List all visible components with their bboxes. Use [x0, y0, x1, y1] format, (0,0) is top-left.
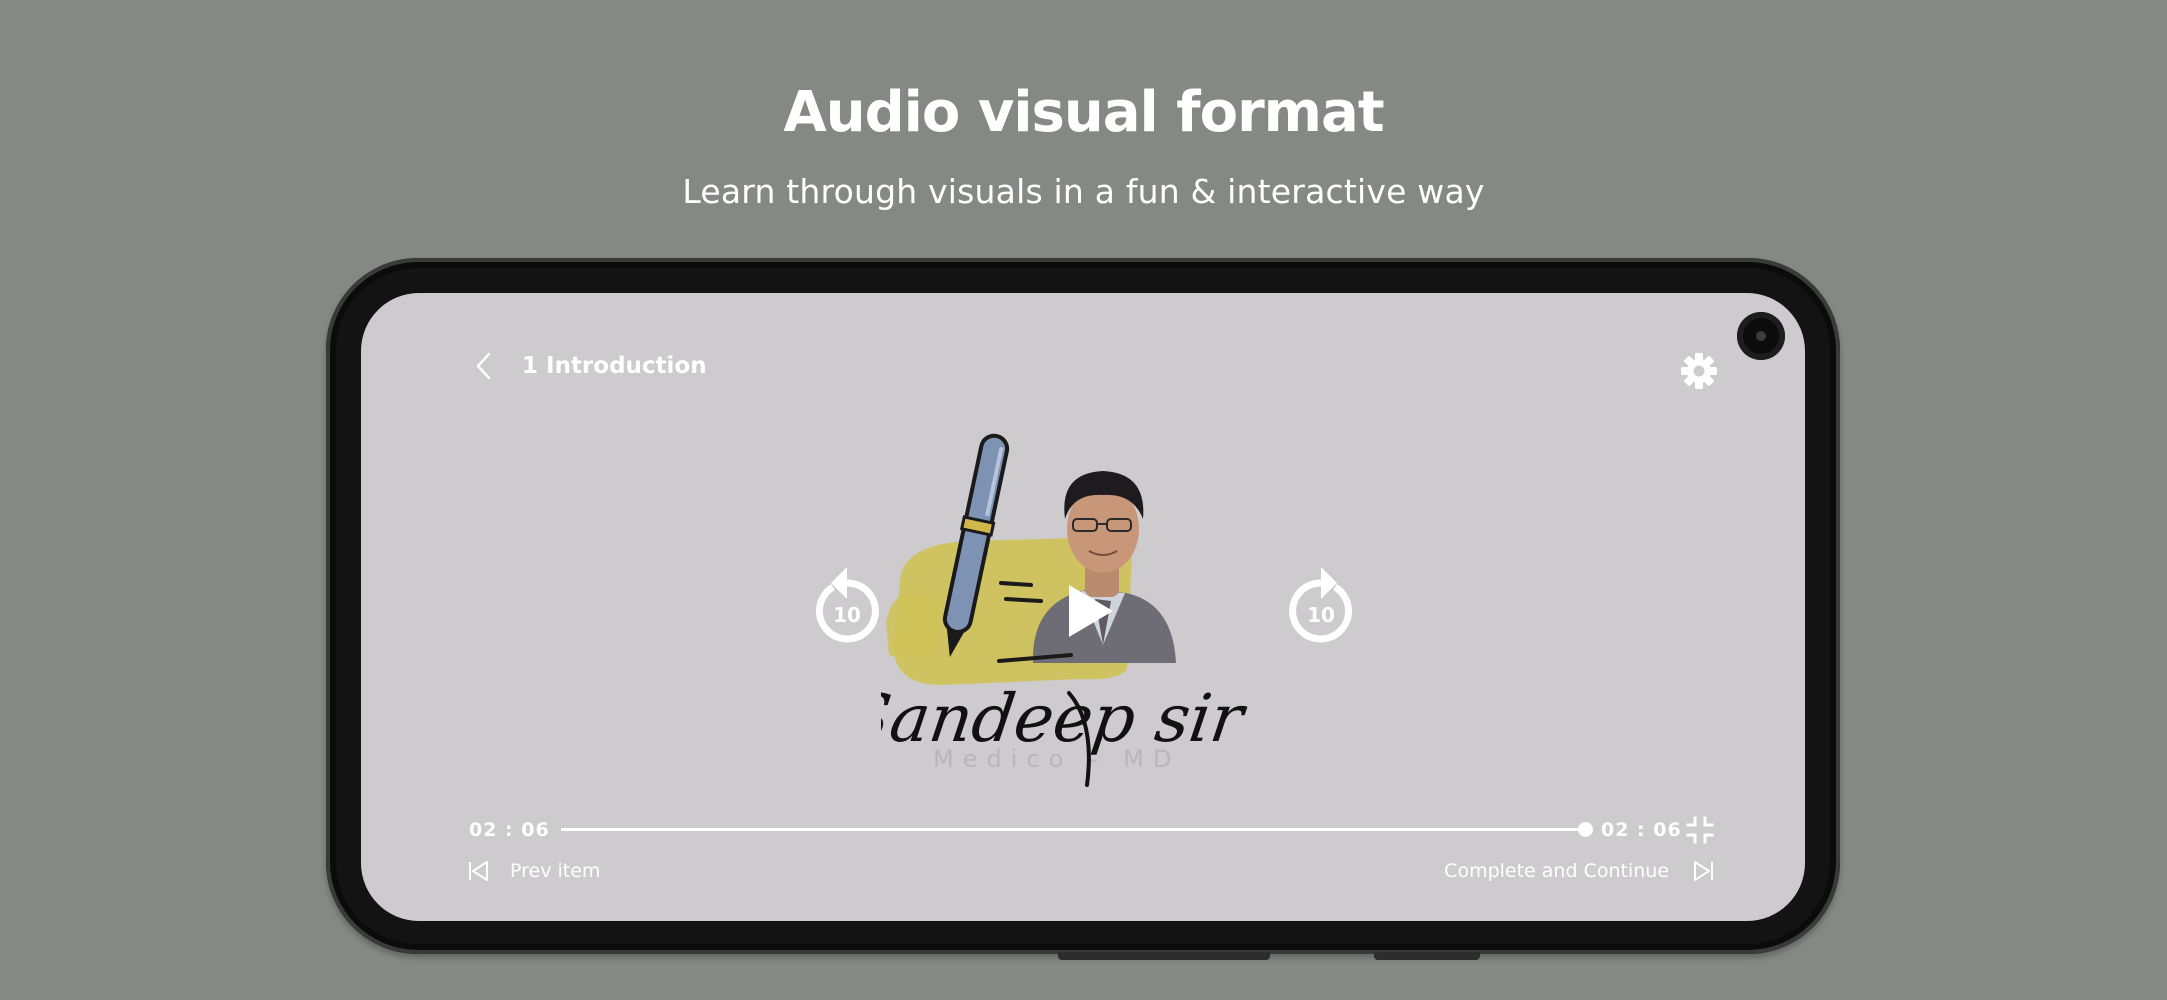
settings-button[interactable] [1679, 351, 1719, 391]
total-time: 02 : 06 [1601, 819, 1682, 841]
exit-fullscreen-icon [1686, 816, 1714, 844]
play-icon [1069, 585, 1113, 637]
rewind-seconds-label: 10 [833, 603, 861, 627]
exit-fullscreen-button[interactable] [1686, 816, 1714, 844]
forward-10-button[interactable]: 10 [1285, 561, 1357, 643]
hero-title: Audio visual format [783, 80, 1384, 145]
phone-side-button [1058, 952, 1270, 960]
back-button[interactable] [473, 351, 495, 381]
rewind-10-button[interactable]: 10 [811, 561, 883, 643]
hero-subtitle: Learn through visuals in a fun & interac… [682, 172, 1485, 211]
progress-thumb[interactable] [1578, 822, 1593, 837]
front-camera [1737, 312, 1785, 360]
current-time: 02 : 06 [469, 819, 550, 841]
skip-next-icon [1693, 860, 1715, 882]
rewind-10-icon: 10 [815, 567, 879, 643]
complete-and-continue-label[interactable]: Complete and Continue [1444, 858, 1669, 884]
skip-previous-icon [467, 860, 489, 882]
artwork-tagline-text: Medico - MD [933, 745, 1180, 773]
lesson-title: 1 Introduction [522, 353, 707, 379]
forward-10-icon: 10 [1289, 567, 1353, 643]
chevron-left-icon [476, 352, 491, 380]
gear-icon [1681, 353, 1717, 389]
progress-fill [561, 828, 1585, 831]
progress-bar[interactable] [561, 822, 1593, 837]
forward-seconds-label: 10 [1307, 603, 1335, 627]
phone-screen: 1 Introduction Sandeep sir Medico - MD 1… [361, 293, 1805, 921]
prev-item-label[interactable]: Prev item [510, 858, 600, 884]
play-button[interactable] [1065, 583, 1115, 639]
phone-side-button-small [1374, 952, 1480, 960]
